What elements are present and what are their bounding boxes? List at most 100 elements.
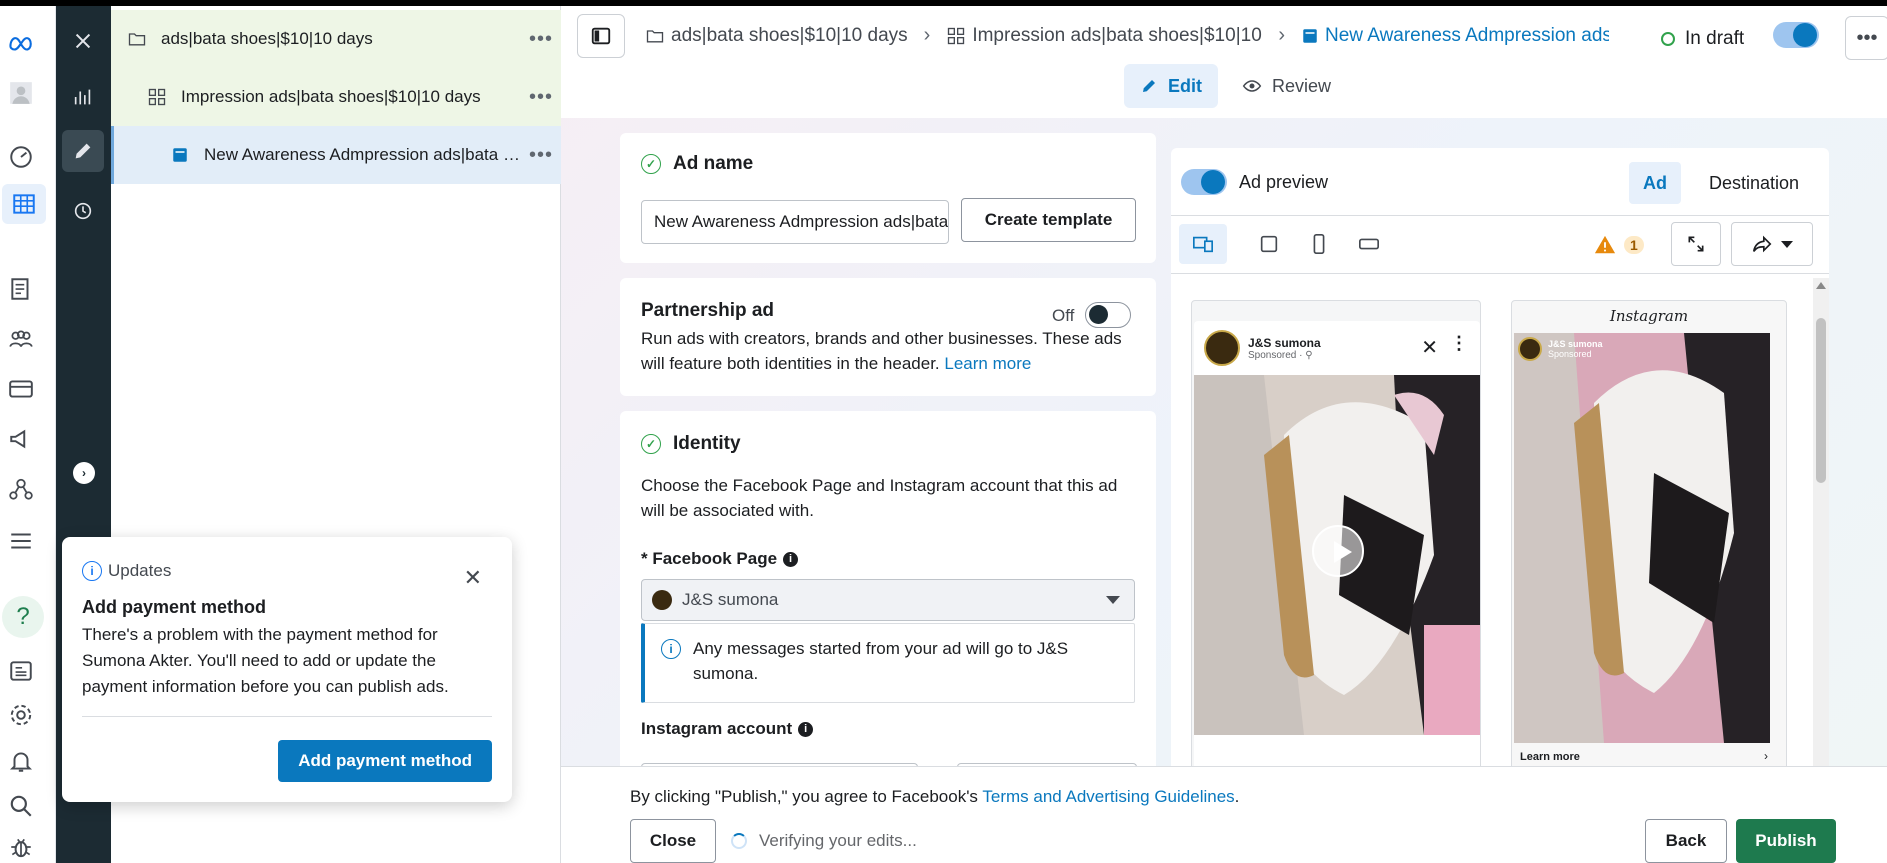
business-network-icon[interactable] bbox=[6, 474, 36, 504]
publish-button[interactable]: Publish bbox=[1736, 819, 1836, 863]
tree-item-adset[interactable]: Impression ads|bata shoes|$10|10 days ••… bbox=[111, 68, 561, 126]
breadcrumb: ads|bata shoes|$10|10 days › Impression … bbox=[645, 24, 1609, 47]
history-clock-icon[interactable] bbox=[62, 190, 104, 232]
fullscreen-button[interactable] bbox=[1671, 222, 1721, 266]
toggle-side-panel-button[interactable] bbox=[577, 14, 625, 58]
play-video-button[interactable] bbox=[1312, 525, 1364, 577]
editor-footer: By clicking "Publish," you agree to Face… bbox=[561, 766, 1887, 863]
folder-icon bbox=[645, 26, 665, 46]
side-panel-icon bbox=[591, 27, 611, 45]
facebook-page-select[interactable]: J&S sumona bbox=[641, 579, 1135, 621]
billing-card-icon[interactable] bbox=[6, 374, 36, 404]
ad-preview-toggle[interactable] bbox=[1181, 169, 1227, 195]
complete-check-icon: ✓ bbox=[641, 154, 661, 174]
meta-logo-icon[interactable] bbox=[6, 28, 36, 58]
info-icon[interactable]: i bbox=[783, 551, 799, 567]
close-icon[interactable]: ✕ bbox=[464, 565, 482, 591]
pencil-icon bbox=[1140, 77, 1158, 95]
tree-item-label: Impression ads|bata shoes|$10|10 days bbox=[181, 87, 481, 106]
tab-destination[interactable]: Destination bbox=[1695, 162, 1813, 204]
verifying-status: Verifying your edits... bbox=[731, 831, 917, 851]
ad-name-input[interactable]: New Awareness Admpression ads|bata shoes… bbox=[641, 200, 949, 244]
close-editor-icon[interactable] bbox=[62, 20, 104, 62]
left-rail: ? bbox=[0, 6, 56, 863]
search-icon[interactable] bbox=[6, 791, 36, 821]
close-button[interactable]: Close bbox=[630, 819, 716, 863]
publish-agreement-text: By clicking "Publish," you agree to Face… bbox=[630, 787, 1240, 806]
ads-manager-table-icon[interactable] bbox=[2, 184, 46, 224]
messages-info-note: i Any messages started from your ad will… bbox=[641, 623, 1135, 703]
divider bbox=[82, 716, 492, 717]
sponsored-label: Sponsored bbox=[1548, 349, 1592, 359]
page-avatar bbox=[1204, 330, 1240, 366]
ad-icon bbox=[1301, 27, 1319, 45]
ig-creative-image: J&S sumona Sponsored bbox=[1514, 333, 1770, 743]
landscape-view-icon[interactable] bbox=[1345, 224, 1393, 264]
notifications-bell-icon[interactable] bbox=[6, 746, 36, 776]
tree-item-label: ads|bata shoes|$10|10 days bbox=[161, 29, 373, 48]
facebook-page-label: * Facebook Page bbox=[641, 549, 778, 568]
chevron-right-icon: › bbox=[923, 24, 931, 46]
instagram-account-label: Instagram account bbox=[641, 719, 793, 738]
more-options-icon[interactable]: ••• bbox=[521, 86, 561, 109]
partnership-toggle[interactable] bbox=[1085, 302, 1131, 328]
breadcrumb-adset[interactable]: Impression ads|bata shoes|$10|10 days bbox=[946, 25, 1262, 47]
more-actions-button[interactable]: ••• bbox=[1845, 16, 1887, 60]
instagram-wordmark: Instagram bbox=[1609, 307, 1689, 325]
learn-more-link[interactable]: Learn more bbox=[944, 354, 1031, 373]
pages-icon[interactable] bbox=[6, 274, 36, 304]
edit-mode-button[interactable]: Edit bbox=[1124, 64, 1218, 108]
all-tools-menu-icon[interactable] bbox=[6, 526, 36, 556]
settings-gear-icon[interactable] bbox=[6, 700, 36, 730]
back-button[interactable]: Back bbox=[1645, 819, 1727, 863]
info-icon: i bbox=[82, 561, 102, 581]
adset-grid-icon bbox=[147, 87, 167, 107]
news-icon[interactable] bbox=[6, 656, 36, 686]
section-title: Ad name bbox=[673, 153, 754, 174]
audiences-icon[interactable] bbox=[6, 324, 36, 354]
all-placements-view-icon[interactable] bbox=[1179, 224, 1227, 264]
tree-item-label: New Awareness Admpression ads|bata shoes… bbox=[204, 145, 521, 164]
identity-description: Choose the Facebook Page and Instagram a… bbox=[641, 476, 1118, 520]
warning-count: 1 bbox=[1624, 236, 1644, 254]
reporting-chart-icon[interactable] bbox=[62, 76, 104, 118]
section-title: Identity bbox=[673, 433, 741, 454]
warning-indicator[interactable]: 1 bbox=[1594, 234, 1644, 256]
square-view-icon[interactable] bbox=[1245, 224, 1293, 264]
more-options-icon[interactable]: ••• bbox=[521, 28, 561, 51]
scrollbar-thumb[interactable] bbox=[1816, 318, 1826, 483]
add-payment-method-button[interactable]: Add payment method bbox=[278, 740, 492, 782]
report-bug-icon[interactable] bbox=[6, 832, 36, 862]
facebook-feed-preview[interactable]: J&S sumona Sponsored · ⚲ ✕ ⋮ bbox=[1191, 300, 1481, 770]
dashboard-gauge-icon[interactable] bbox=[6, 142, 36, 172]
ad-active-toggle[interactable] bbox=[1773, 22, 1819, 48]
account-avatar-icon[interactable] bbox=[6, 78, 36, 108]
info-icon: i bbox=[661, 639, 681, 659]
status-badge: In draft bbox=[1661, 28, 1744, 50]
tree-item-ad[interactable]: New Awareness Admpression ads|bata shoes… bbox=[111, 126, 561, 184]
chevron-right-icon: › bbox=[1278, 24, 1285, 46]
editor-top-bar: ads|bata shoes|$10|10 days › Impression … bbox=[561, 6, 1887, 118]
breadcrumb-ad[interactable]: New Awareness Admpression ads|bata shoes… bbox=[1301, 25, 1609, 47]
terms-link[interactable]: Terms and Advertising Guidelines bbox=[982, 787, 1234, 806]
review-mode-button[interactable]: Review bbox=[1226, 64, 1347, 108]
help-icon[interactable]: ? bbox=[2, 596, 44, 638]
more-options-icon[interactable]: ••• bbox=[521, 144, 561, 167]
info-icon[interactable]: i bbox=[798, 721, 814, 737]
tab-ad[interactable]: Ad bbox=[1629, 162, 1681, 204]
share-preview-button[interactable] bbox=[1731, 222, 1813, 266]
main-editor: ads|bata shoes|$10|10 days › Impression … bbox=[561, 6, 1887, 863]
partnership-description: Run ads with creators, brands and other … bbox=[641, 329, 1122, 373]
breadcrumb-campaign[interactable]: ads|bata shoes|$10|10 days bbox=[645, 25, 908, 47]
create-template-button[interactable]: Create template bbox=[961, 198, 1136, 242]
expand-panel-chevron-icon[interactable]: › bbox=[73, 462, 95, 484]
page-avatar bbox=[652, 590, 672, 610]
campaigns-megaphone-icon[interactable] bbox=[6, 424, 36, 454]
mobile-view-icon[interactable] bbox=[1295, 224, 1343, 264]
tree-item-campaign[interactable]: ads|bata shoes|$10|10 days ••• bbox=[111, 10, 561, 68]
edit-pencil-icon[interactable] bbox=[62, 130, 104, 172]
adset-grid-icon bbox=[946, 26, 966, 46]
instagram-feed-preview[interactable]: Instagram J&S sumona Sponsored Learn mor… bbox=[1511, 300, 1787, 770]
scroll-up-arrow-icon[interactable] bbox=[1816, 282, 1826, 289]
page-name: J&S sumona bbox=[1248, 335, 1321, 350]
